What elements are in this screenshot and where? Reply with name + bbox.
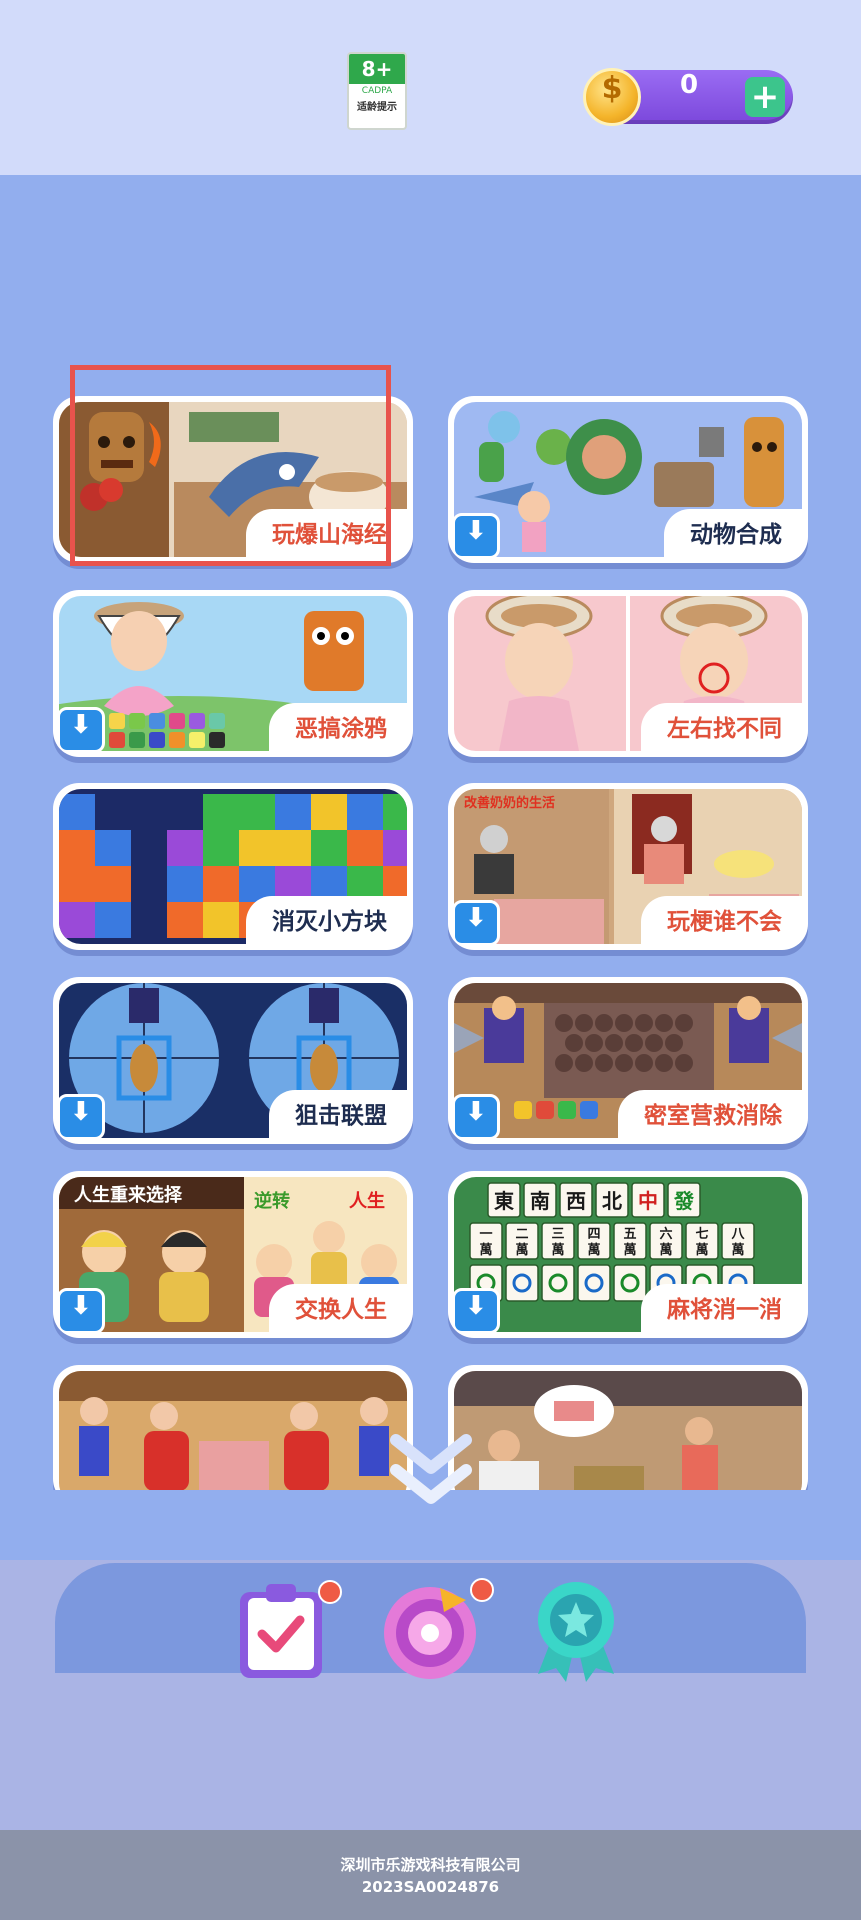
game-card-eliminate-blocks[interactable]: 消灭小方块 bbox=[53, 783, 413, 950]
game-title: 交换人生 bbox=[269, 1284, 407, 1332]
grandma-caption: 改善奶奶的生活 bbox=[464, 795, 555, 811]
game-card-mahjong-match[interactable]: 東南西北中發 一萬二萬三萬四萬五萬六萬七萬八萬 麻将消一消 ⬇ bbox=[448, 1171, 808, 1338]
age-rating-org: CADPA bbox=[361, 86, 393, 96]
download-icon[interactable]: ⬇ bbox=[452, 1288, 500, 1334]
mahjong-tile-glyph: 一 bbox=[479, 1227, 492, 1242]
game-card-partial-right[interactable] bbox=[448, 1365, 808, 1490]
game-title: 动物合成 bbox=[664, 509, 802, 557]
mahjong-tile-glyph: 東 bbox=[494, 1189, 514, 1213]
scroll-down-chevron-icon[interactable] bbox=[388, 1432, 474, 1522]
mahjong-tile-glyph: 四 bbox=[587, 1227, 600, 1242]
game-card-spot-difference[interactable]: 左右找不同 bbox=[448, 590, 808, 757]
game-title: 消灭小方块 bbox=[246, 896, 407, 944]
spin-notification-dot bbox=[470, 1578, 494, 1602]
game-card-doodle-prank[interactable]: 恶搞涂鸦 ⬇ bbox=[53, 590, 413, 757]
mahjong-tile-glyph: 萬 bbox=[587, 1242, 600, 1258]
mahjong-tile-glyph: 三 bbox=[551, 1227, 564, 1242]
game-card-sniper-league[interactable]: 狙击联盟 ⬇ bbox=[53, 977, 413, 1144]
swap-life-right-caption-2: 人生 bbox=[349, 1190, 385, 1212]
game-card-meme-master[interactable]: 改善奶奶的生活 玩梗谁不会 ⬇ bbox=[448, 783, 808, 950]
award-ribbon-icon bbox=[538, 1582, 614, 1682]
mahjong-tile-glyph: 西 bbox=[566, 1189, 586, 1213]
game-title: 左右找不同 bbox=[641, 703, 802, 751]
mahjong-tile bbox=[613, 1264, 647, 1302]
mahjong-tile bbox=[505, 1264, 539, 1302]
tasks-notification-dot bbox=[318, 1580, 342, 1604]
game-card-animal-merge[interactable]: 动物合成 ⬇ bbox=[448, 396, 808, 563]
mahjong-tile-glyph: 北 bbox=[602, 1189, 622, 1213]
game-card-shanhaijing[interactable]: 玩爆山海经 bbox=[53, 396, 413, 563]
game-card-swap-life[interactable]: 人生重来选择 逆转 人生 交换人生 ⬇ bbox=[53, 1171, 413, 1338]
registration-code: 2023SA0024876 bbox=[361, 1878, 500, 1896]
achievements-button[interactable] bbox=[524, 1578, 629, 1683]
coin-count: 0 bbox=[679, 70, 699, 100]
mahjong-tile-glyph: 萬 bbox=[551, 1242, 564, 1258]
age-rating-tip: 适龄提示 bbox=[357, 102, 397, 113]
game-thumbnail bbox=[59, 1371, 407, 1490]
mahjong-tile-glyph: 萬 bbox=[695, 1242, 708, 1258]
mahjong-tile-glyph: 八 bbox=[730, 1227, 745, 1242]
game-title: 玩梗谁不会 bbox=[641, 896, 802, 944]
download-icon[interactable]: ⬇ bbox=[57, 707, 105, 753]
coin-balance: $ 0 + bbox=[583, 68, 793, 126]
download-icon[interactable]: ⬇ bbox=[452, 900, 500, 946]
game-title: 玩爆山海经 bbox=[246, 509, 407, 557]
tasks-button[interactable] bbox=[232, 1578, 342, 1683]
mahjong-tile-glyph: 七 bbox=[695, 1227, 708, 1242]
game-card-room-rescue[interactable]: 密室营救消除 ⬇ bbox=[448, 977, 808, 1144]
download-icon[interactable]: ⬇ bbox=[57, 1094, 105, 1140]
mahjong-tile-glyph: 南 bbox=[530, 1189, 550, 1213]
game-card-partial-left[interactable] bbox=[53, 1365, 413, 1490]
swap-life-left-caption: 人生重来选择 bbox=[74, 1184, 183, 1206]
mahjong-tile-glyph: 發 bbox=[673, 1189, 694, 1213]
mahjong-tile bbox=[577, 1264, 611, 1302]
mahjong-tile-glyph: 萬 bbox=[623, 1242, 636, 1258]
game-grid: 玩爆山海经 动物合成 ⬇ 恶搞涂鸦 ⬇ 左右找不同 消灭小方块 改善奶奶的生活 … bbox=[0, 390, 861, 1490]
mahjong-tile-glyph: 萬 bbox=[659, 1242, 672, 1258]
download-icon[interactable]: ⬇ bbox=[452, 513, 500, 559]
game-title: 麻将消一消 bbox=[641, 1284, 802, 1332]
spin-wheel-button[interactable] bbox=[378, 1578, 494, 1683]
download-icon[interactable]: ⬇ bbox=[57, 1288, 105, 1334]
game-title: 恶搞涂鸦 bbox=[269, 703, 407, 751]
mahjong-tile-glyph: 中 bbox=[638, 1189, 658, 1213]
footer: 深圳市乐游戏科技有限公司 2023SA0024876 bbox=[0, 1830, 861, 1920]
game-title: 密室营救消除 bbox=[618, 1090, 802, 1138]
mahjong-tile-glyph: 二 bbox=[515, 1227, 528, 1242]
mahjong-tile-glyph: 萬 bbox=[479, 1242, 492, 1258]
mahjong-tile-glyph: 萬 bbox=[515, 1242, 528, 1258]
add-coins-button[interactable]: + bbox=[745, 77, 785, 117]
company-name: 深圳市乐游戏科技有限公司 bbox=[340, 1856, 521, 1874]
age-rating-badge: 8+ CADPA 适龄提示 bbox=[347, 52, 407, 130]
mahjong-tile bbox=[541, 1264, 575, 1302]
game-thumbnail bbox=[454, 1371, 802, 1490]
age-rating: 8+ bbox=[349, 54, 405, 84]
mahjong-tile-glyph: 五 bbox=[623, 1227, 636, 1242]
coin-icon: $ bbox=[583, 68, 641, 126]
game-title: 狙击联盟 bbox=[269, 1090, 407, 1138]
mahjong-tile-glyph: 六 bbox=[659, 1226, 672, 1242]
mahjong-tile-glyph: 萬 bbox=[731, 1242, 744, 1258]
download-icon[interactable]: ⬇ bbox=[452, 1094, 500, 1140]
lucky-wheel-icon bbox=[384, 1587, 476, 1679]
swap-life-right-caption-1: 逆转 bbox=[254, 1190, 290, 1212]
